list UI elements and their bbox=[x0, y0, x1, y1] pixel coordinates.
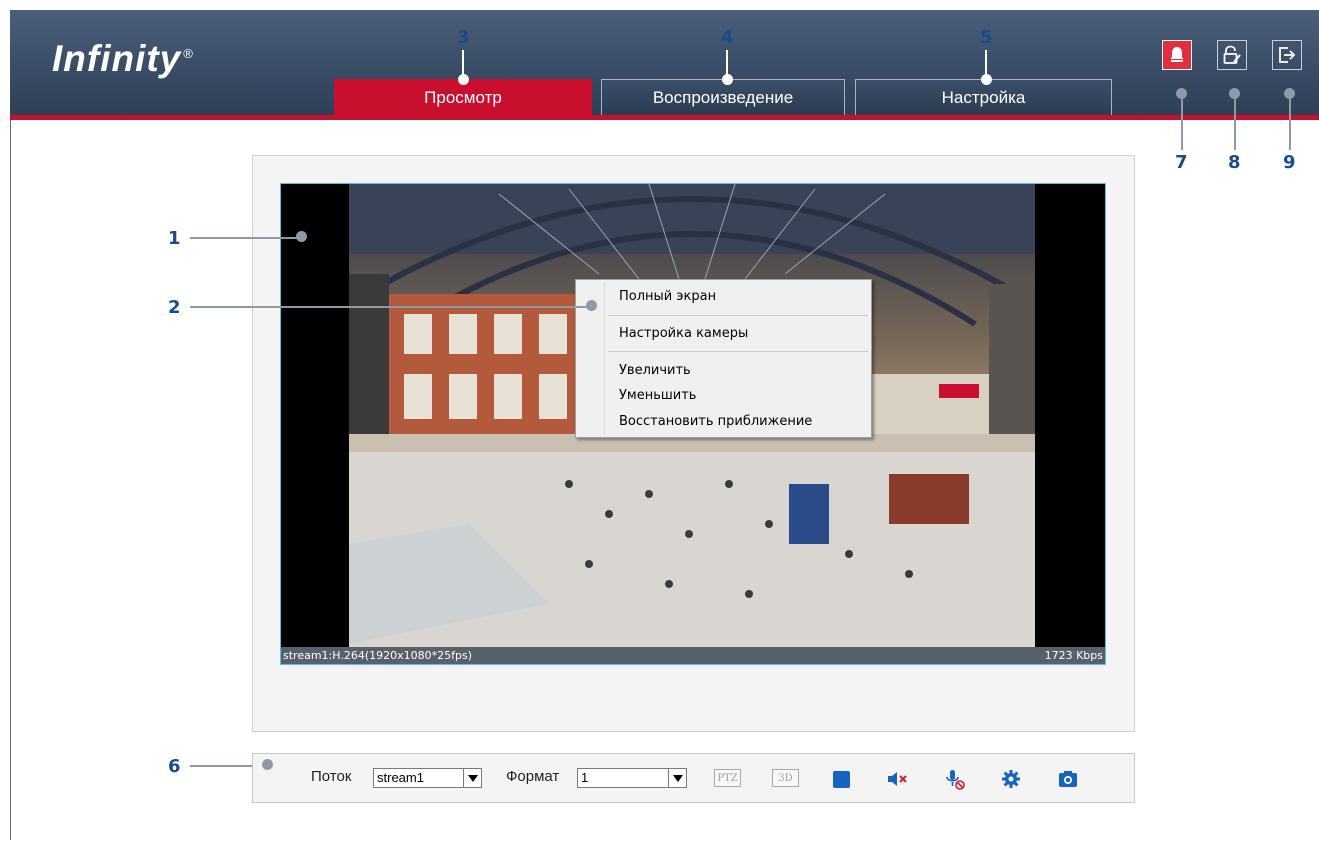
stream-select-value: stream1 bbox=[377, 770, 424, 785]
logo-text: Infinity bbox=[52, 38, 182, 79]
snapshot-button[interactable] bbox=[1057, 768, 1079, 790]
mute-button[interactable] bbox=[887, 768, 909, 790]
stream-label: Поток bbox=[311, 768, 352, 785]
alarm-button[interactable] bbox=[1162, 40, 1192, 70]
callout-4-dot bbox=[722, 74, 733, 85]
chevron-down-icon bbox=[463, 769, 481, 787]
unlock-edit-button[interactable] bbox=[1217, 40, 1247, 70]
3d-button[interactable]: 3D bbox=[772, 769, 799, 787]
menu-separator bbox=[608, 351, 868, 352]
left-border-rule bbox=[10, 120, 11, 840]
callout-8: 8 bbox=[1228, 152, 1241, 173]
3d-label: 3D bbox=[778, 772, 793, 784]
ptz-label: PTZ bbox=[717, 772, 738, 784]
stop-button[interactable] bbox=[830, 768, 852, 790]
bitrate: 1723 Kbps bbox=[1044, 649, 1103, 662]
callout-3: 3 bbox=[457, 27, 470, 48]
menu-item-fullscreen[interactable]: Полный экран bbox=[619, 289, 716, 304]
callout-1: 1 bbox=[168, 228, 181, 249]
callout-9: 9 bbox=[1283, 152, 1296, 173]
callout-7-line bbox=[1181, 94, 1183, 150]
callout-1-dot bbox=[296, 231, 307, 242]
tab-view-label: Просмотр bbox=[424, 87, 502, 107]
callout-2-line bbox=[190, 306, 590, 308]
menu-item-zoom-in[interactable]: Увеличить bbox=[619, 363, 691, 378]
logout-icon bbox=[1279, 47, 1296, 63]
video-status-bar: stream1:H.264(1920x1080*25fps) 1723 Kbps bbox=[281, 647, 1105, 664]
menu-item-restore-zoom[interactable]: Восстановить приближение bbox=[619, 414, 812, 429]
tab-settings-label: Настройка bbox=[941, 87, 1026, 107]
stream-select[interactable]: stream1 bbox=[373, 768, 482, 788]
format-select-value: 1 bbox=[581, 770, 589, 785]
callout-8-line bbox=[1234, 94, 1236, 150]
callout-2: 2 bbox=[168, 297, 181, 318]
mic-off-icon bbox=[946, 770, 965, 790]
context-menu: Полный экран Настройка камеры Увеличить … bbox=[575, 279, 872, 438]
callout-4: 4 bbox=[721, 27, 734, 48]
stop-icon bbox=[832, 770, 850, 788]
stream-info: stream1:H.264(1920x1080*25fps) bbox=[283, 649, 472, 662]
callout-6-dot bbox=[262, 759, 273, 770]
tab-playback[interactable]: Воспроизведение bbox=[601, 79, 845, 115]
context-menu-gutter bbox=[604, 282, 605, 435]
callout-1-line bbox=[190, 237, 300, 239]
tab-playback-label: Воспроизведение bbox=[652, 87, 794, 107]
menu-item-zoom-out[interactable]: Уменьшить bbox=[619, 388, 696, 403]
unlock-edit-icon bbox=[1223, 45, 1241, 64]
chevron-down-icon bbox=[668, 769, 686, 787]
logout-button[interactable] bbox=[1272, 40, 1302, 70]
logo-registered-mark: ® bbox=[183, 46, 194, 61]
callout-6: 6 bbox=[168, 756, 181, 777]
callout-3-dot bbox=[458, 74, 469, 85]
menu-item-camera-settings[interactable]: Настройка камеры bbox=[619, 326, 748, 341]
format-label: Формат bbox=[506, 768, 560, 785]
callout-2-dot bbox=[586, 300, 597, 311]
callout-5-dot bbox=[981, 74, 992, 85]
mic-off-button[interactable] bbox=[944, 768, 966, 790]
settings-icon bbox=[1002, 770, 1020, 788]
callout-7: 7 bbox=[1175, 152, 1188, 173]
control-toolbar: Поток stream1 Формат 1 PTZ 3D bbox=[252, 753, 1135, 803]
mute-icon bbox=[888, 772, 907, 786]
callout-5: 5 bbox=[980, 27, 993, 48]
snapshot-icon bbox=[1059, 771, 1077, 787]
format-select[interactable]: 1 bbox=[577, 768, 687, 788]
callout-9-line bbox=[1289, 94, 1291, 150]
alarm-bell-icon bbox=[1170, 47, 1184, 62]
ptz-button[interactable]: PTZ bbox=[714, 769, 741, 787]
logo: Infinity ® bbox=[52, 38, 194, 80]
menu-separator bbox=[608, 315, 868, 316]
settings-button[interactable] bbox=[1000, 768, 1022, 790]
header-accent-line bbox=[10, 115, 1319, 120]
